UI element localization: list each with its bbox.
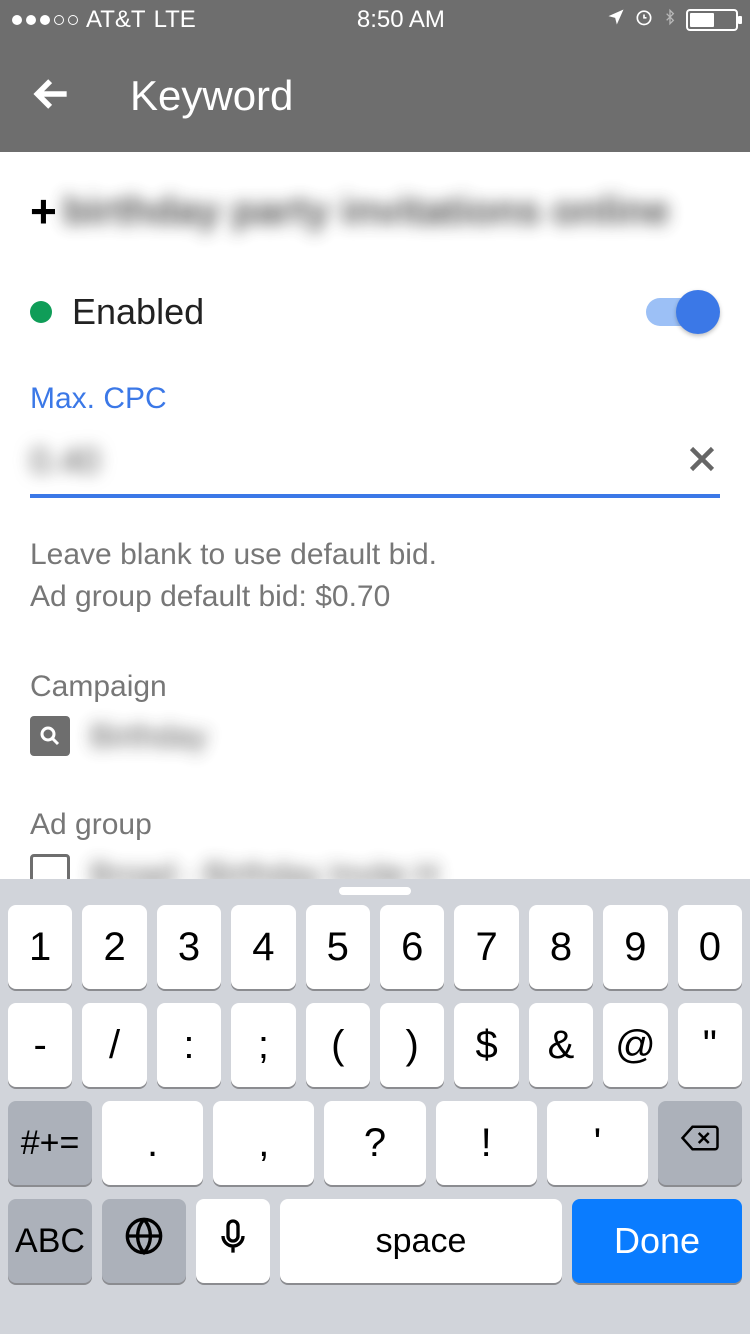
symbol-key[interactable]: ; [231,1003,295,1087]
keyboard-row-3: #+= .,?!' [0,1101,750,1185]
bluetooth-icon [662,6,678,35]
clear-input-button[interactable] [684,441,720,482]
location-icon [606,6,626,34]
alarm-icon [634,6,654,34]
max-cpc-field[interactable]: 0.40 [30,440,720,498]
keyboard-row-1: 1234567890 [0,905,750,989]
content-area: + birthday party invitations online Enab… [0,152,750,894]
status-bar: AT&T LTE 8:50 AM [0,0,750,40]
helper-line-2: Ad group default bid: $0.70 [30,576,720,618]
punct-key[interactable]: ! [436,1101,537,1185]
done-key[interactable]: Done [572,1199,742,1283]
battery-icon [686,9,738,31]
adgroup-label: Ad group [30,808,720,842]
max-cpc-label: Max. CPC [30,382,720,416]
mic-key[interactable] [196,1199,270,1283]
symbol-key[interactable]: $ [454,1003,518,1087]
punct-key[interactable]: ? [324,1101,425,1185]
symbol-key[interactable]: " [678,1003,742,1087]
match-type-prefix: + [30,184,57,238]
number-key[interactable]: 3 [157,905,221,989]
number-key[interactable]: 9 [603,905,667,989]
number-key[interactable]: 7 [454,905,518,989]
keyboard-row-bottom: ABC space Done [0,1199,750,1283]
campaign-label: Campaign [30,670,720,704]
number-key[interactable]: 5 [306,905,370,989]
number-key[interactable]: 0 [678,905,742,989]
keyword-row: + birthday party invitations online [30,184,720,238]
symbol-key[interactable]: - [8,1003,72,1087]
ios-keyboard: 1234567890 -/:;()$&@" #+= .,?!' ABC spac… [0,879,750,1334]
symbol-key[interactable]: ) [380,1003,444,1087]
number-key[interactable]: 1 [8,905,72,989]
helper-line-1: Leave blank to use default bid. [30,534,720,576]
max-cpc-value[interactable]: 0.40 [30,440,684,482]
page-title: Keyword [130,72,293,120]
symbol-key[interactable]: & [529,1003,593,1087]
symbol-key[interactable]: / [82,1003,146,1087]
symbol-key[interactable]: @ [603,1003,667,1087]
max-cpc-helper: Leave blank to use default bid. Ad group… [30,534,720,618]
punct-key[interactable]: ' [547,1101,648,1185]
mic-icon [213,1216,253,1266]
symbol-key[interactable]: : [157,1003,221,1087]
carrier-label: AT&T [86,6,146,34]
number-key[interactable]: 4 [231,905,295,989]
search-campaign-icon [30,716,70,756]
campaign-value: Birthday [90,718,207,755]
signal-dots [12,15,78,25]
number-key[interactable]: 2 [82,905,146,989]
keyboard-grabber[interactable] [339,887,411,895]
back-button[interactable] [30,72,74,121]
globe-key[interactable] [102,1199,186,1283]
backspace-key[interactable] [658,1101,742,1185]
punct-key[interactable]: . [102,1101,203,1185]
symbol-key[interactable]: ( [306,1003,370,1087]
space-key[interactable]: space [280,1199,562,1283]
enabled-toggle[interactable] [646,290,720,334]
number-key[interactable]: 6 [380,905,444,989]
clock-label: 8:50 AM [357,6,445,34]
number-key[interactable]: 8 [529,905,593,989]
network-label: LTE [154,6,196,34]
punct-key[interactable]: , [213,1101,314,1185]
status-dot-icon [30,301,52,323]
abc-key[interactable]: ABC [8,1199,92,1283]
keyword-text: birthday party invitations online [63,189,670,234]
campaign-row[interactable]: Birthday [30,716,720,756]
symbols-key[interactable]: #+= [8,1101,92,1185]
app-header: Keyword [0,40,750,152]
status-label: Enabled [72,291,204,333]
backspace-icon [680,1118,720,1168]
keyboard-row-2: -/:;()$&@" [0,1003,750,1087]
globe-icon [124,1216,164,1266]
